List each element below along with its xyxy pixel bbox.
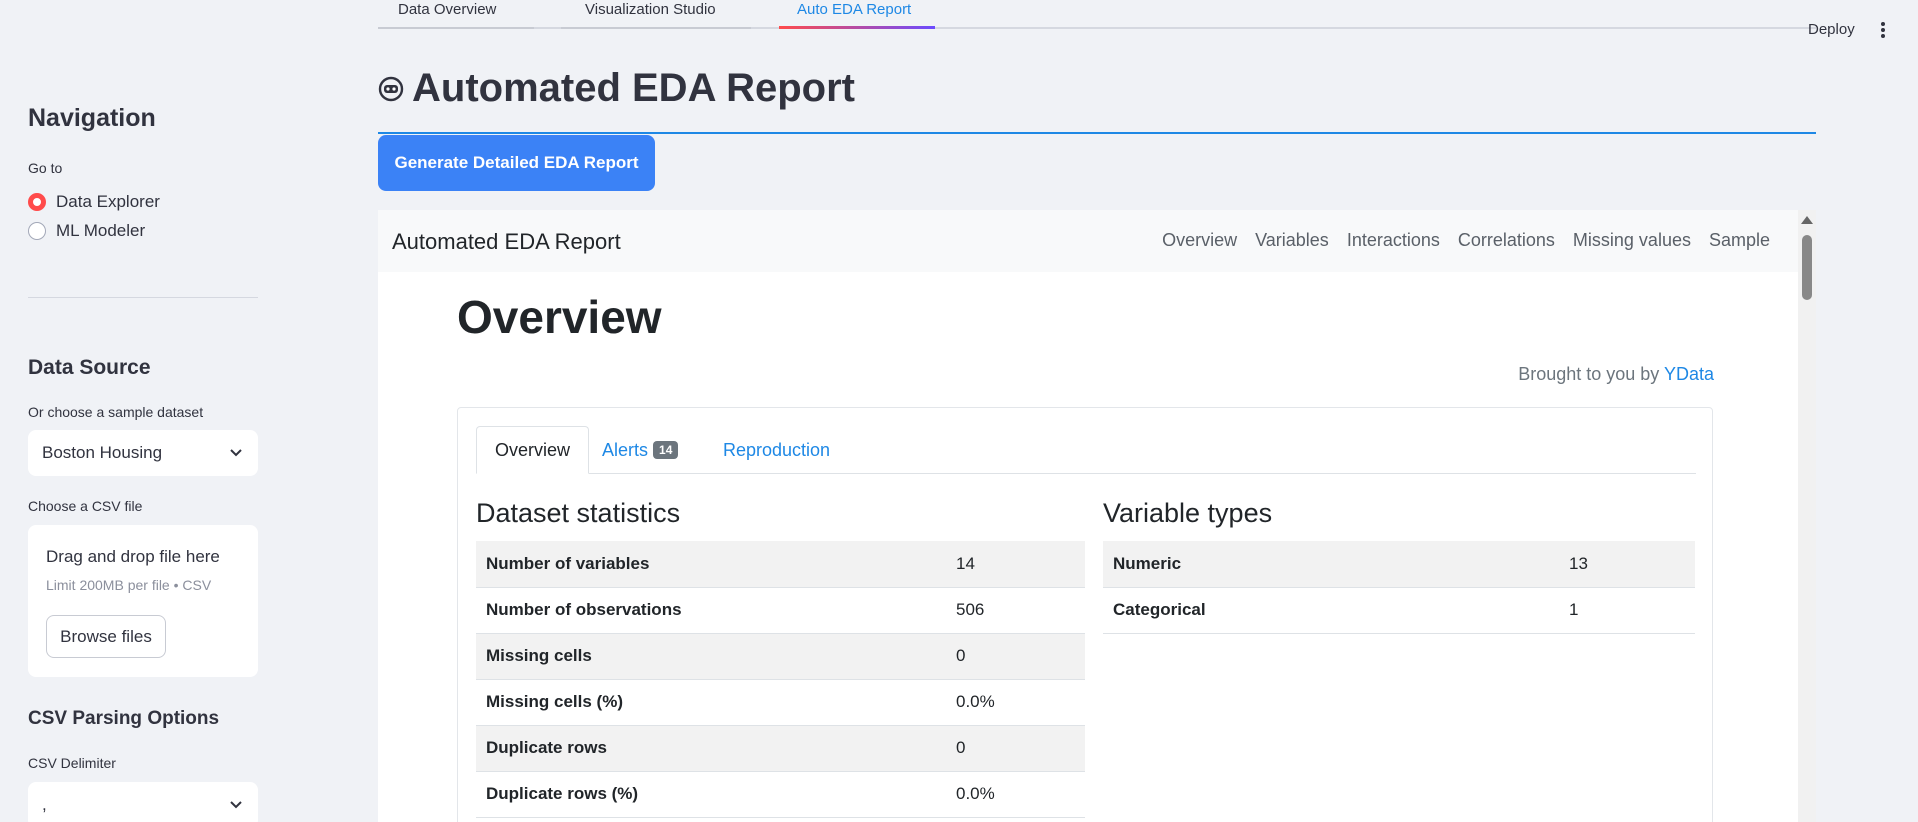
variable-types-table: Numeric 13 Categorical 1 [1103, 541, 1695, 634]
page-title: Automated EDA Report [378, 66, 855, 111]
uploader-limit: Limit 200MB per file • CSV [46, 577, 212, 593]
report-navbar: Automated EDA Report Overview Variables … [378, 210, 1798, 272]
stat-value: 14 [946, 541, 1085, 588]
delimiter-select[interactable]: , [28, 782, 258, 822]
browse-files-button[interactable]: Browse files [46, 615, 166, 658]
title-divider [378, 132, 1816, 134]
type-value: 1 [1559, 587, 1695, 634]
report-nav-missing-values[interactable]: Missing values [1573, 230, 1691, 251]
file-uploader-dropzone[interactable]: Drag and drop file here Limit 200MB per … [28, 525, 258, 677]
eda-report-frame: Automated EDA Report Overview Variables … [378, 210, 1816, 822]
sample-dataset-value: Boston Housing [42, 443, 163, 462]
data-source-title: Data Source [28, 356, 151, 379]
overview-heading: Overview [457, 291, 662, 343]
sample-dataset-label: Or choose a sample dataset [28, 404, 204, 420]
sidebar-divider [28, 297, 258, 298]
ydata-link[interactable]: YData [1664, 364, 1714, 384]
report-nav-sample[interactable]: Sample [1709, 230, 1770, 251]
uploader-title: Drag and drop file here [46, 547, 220, 566]
stat-label: Missing cells [476, 633, 946, 680]
scrollbar-thumb[interactable] [1802, 235, 1812, 300]
csv-options-title: CSV Parsing Options [28, 708, 220, 729]
sample-dataset-select[interactable]: Boston Housing [28, 430, 258, 476]
active-tab-indicator [779, 26, 935, 29]
robot-icon [378, 76, 404, 101]
table-row: Number of variables 14 [476, 541, 1085, 588]
brought-prefix: Brought to you by [1518, 364, 1660, 384]
tab-auto-eda-report[interactable]: Auto EDA Report [797, 0, 911, 28]
radio-data-explorer[interactable]: Data Explorer [28, 192, 160, 212]
tab-label: Visualization Studio [585, 0, 716, 18]
variable-types-title: Variable types [1103, 498, 1273, 528]
tab-visualization-studio[interactable]: Visualization Studio [585, 0, 716, 28]
tab-overview[interactable]: Overview [476, 426, 590, 474]
table-row: Missing cells 0 [476, 633, 1085, 680]
table-row: Missing cells (%) 0.0% [476, 679, 1085, 726]
type-label: Categorical [1103, 587, 1559, 634]
dataset-statistics-table: Number of variables 14 Number of observat… [476, 541, 1085, 818]
dataset-statistics-title: Dataset statistics [476, 498, 681, 528]
report-nav-overview[interactable]: Overview [1162, 230, 1237, 251]
tab-label: Auto EDA Report [797, 0, 912, 18]
table-row: Numeric 13 [1103, 541, 1695, 588]
sidebar-nav-title: Navigation [28, 104, 156, 132]
stat-value: 0 [946, 725, 1085, 772]
tab-reproduction[interactable]: Reproduction [705, 426, 848, 474]
generate-report-button[interactable]: Generate Detailed EDA Report [378, 135, 655, 191]
overview-tabs: Overview Alerts 14 Reproduction [476, 426, 1696, 474]
stat-value: 0.0% [946, 679, 1085, 726]
report-nav-correlations[interactable]: Correlations [1458, 230, 1555, 251]
stat-value: 506 [946, 587, 1085, 634]
stat-label: Missing cells (%) [476, 679, 946, 726]
report-brand[interactable]: Automated EDA Report [392, 229, 621, 255]
stat-label: Duplicate rows (%) [476, 771, 946, 818]
report-nav-variables[interactable]: Variables [1255, 230, 1329, 251]
tab-alerts[interactable]: Alerts 14 [584, 426, 696, 474]
chevron-down-icon [230, 801, 242, 809]
type-label: Numeric [1103, 541, 1559, 588]
radio-selected-icon [28, 193, 46, 211]
scrollbar[interactable] [1798, 210, 1816, 822]
csv-file-label: Choose a CSV file [28, 498, 143, 514]
radio-unselected-icon [28, 222, 46, 240]
sidebar: Navigation Go to Data Explorer ML Modele… [0, 0, 286, 822]
table-row: Duplicate rows (%) 0.0% [476, 771, 1085, 818]
radio-ml-modeler[interactable]: ML Modeler [28, 221, 145, 241]
table-row: Categorical 1 [1103, 587, 1695, 634]
radio-label: Data Explorer [56, 192, 160, 211]
table-row: Number of observations 506 [476, 587, 1085, 634]
delimiter-label: CSV Delimiter [28, 755, 116, 771]
scroll-up-arrow-icon[interactable] [1801, 216, 1813, 224]
report-nav-links: Overview Variables Interactions Correlat… [1162, 230, 1770, 251]
tab-alerts-label: Alerts [602, 439, 649, 460]
brought-to-you: Brought to you by YData [1518, 364, 1714, 385]
stat-value: 0.0% [946, 771, 1085, 818]
stat-label: Number of variables [476, 541, 946, 588]
radio-label: ML Modeler [56, 221, 146, 240]
chevron-down-icon [230, 449, 242, 457]
more-options-icon[interactable] [1878, 20, 1888, 40]
stat-label: Duplicate rows [476, 725, 946, 772]
delimiter-value: , [42, 795, 47, 814]
overview-card: Overview Alerts 14 Reproduction Dataset … [457, 407, 1713, 822]
page-title-text: Automated EDA Report [412, 66, 855, 110]
deploy-button[interactable]: Deploy [1808, 21, 1855, 38]
report-nav-interactions[interactable]: Interactions [1347, 230, 1440, 251]
tab-label: Data Overview [398, 0, 497, 18]
type-value: 13 [1559, 541, 1695, 588]
alerts-count-badge: 14 [653, 441, 679, 459]
stat-value: 0 [946, 633, 1085, 680]
stat-label: Number of observations [476, 587, 946, 634]
table-row: Duplicate rows 0 [476, 725, 1085, 772]
goto-label: Go to [28, 160, 63, 176]
tab-data-overview[interactable]: Data Overview [398, 0, 496, 28]
